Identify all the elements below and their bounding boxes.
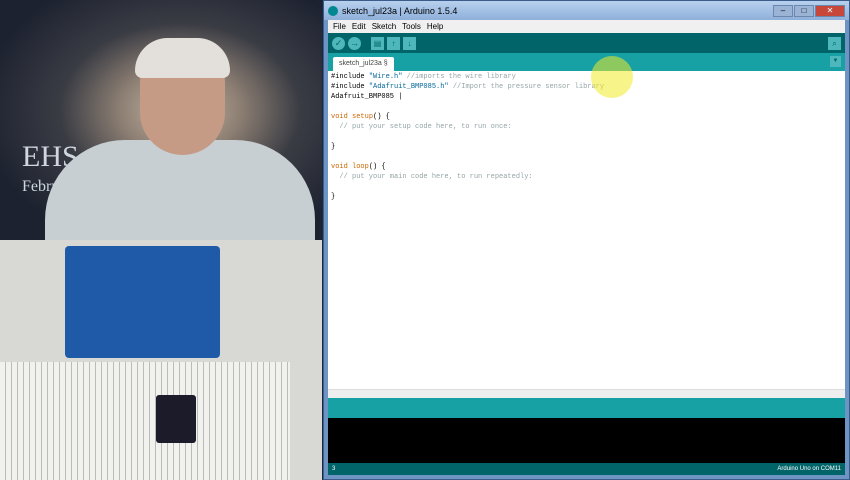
code-token: loop [352,163,369,171]
code-line: #include "Adafruit_BMP085.h" //Import th… [331,82,845,92]
code-token: () { [368,163,386,171]
horizontal-scrollbar[interactable] [328,389,845,398]
code-line: void setup() { [331,112,845,122]
board-port: Arduino Uno on COM11 [777,466,841,472]
maximize-button[interactable]: □ [794,4,814,17]
menu-edit[interactable]: Edit [352,22,366,31]
tab-menu-button[interactable]: ▼ [830,56,841,67]
tab-bar: sketch_jul23a § ▼ [328,53,845,71]
line-number: 3 [332,466,336,472]
webcam-video: EHS Febru [0,0,322,240]
tab-sketch[interactable]: sketch_jul23a § [333,57,394,71]
code-line: } [331,142,845,152]
code-token: //Import the pressure sensor library [448,83,605,91]
save-button[interactable]: ↓ [403,36,416,50]
code-token: void [331,163,353,171]
code-token: //imports the wire library [402,73,516,81]
open-button[interactable]: ↑ [387,36,400,50]
code-token: #include [331,83,369,91]
code-token: () { [373,113,390,121]
pressure-sensor [156,395,196,443]
status-bar: 3 Arduino Uno on COM11 [328,463,845,475]
code-line: void loop() { [331,162,845,172]
upload-button[interactable]: → [348,36,361,50]
title-bar: sketch_jul23a | Arduino 1.5.4 – □ ✕ [324,1,849,20]
presenter-shirt [45,140,315,240]
code-token: #include [331,73,369,81]
code-line: } [331,192,845,202]
window-title: sketch_jul23a | Arduino 1.5.4 [342,5,458,16]
code-token: // put your main code here, to run repea… [331,173,533,181]
code-token: "Adafruit_BMP085.h" [368,83,449,91]
message-area [328,398,845,418]
arduino-logo-icon [328,5,338,16]
close-button[interactable]: ✕ [815,4,845,17]
code-token: setup [352,113,374,121]
menu-help[interactable]: Help [427,22,443,31]
new-button[interactable]: ▤ [371,36,384,50]
code-token: // put your setup code here, to run once… [331,123,512,131]
breadboard-video [0,240,322,480]
menu-tools[interactable]: Tools [402,22,421,31]
code-token: Adafruit_BMP085 | [331,93,403,101]
code-token: } [331,143,336,151]
menu-bar: File Edit Sketch Tools Help [328,20,845,33]
menu-sketch[interactable]: Sketch [372,22,396,31]
arduino-board [65,246,220,358]
minimize-button[interactable]: – [773,4,793,17]
code-editor[interactable]: #include "Wire.h" //imports the wire lib… [328,56,845,389]
serial-monitor-button[interactable]: ⌕ [828,36,841,50]
arduino-window: sketch_jul23a | Arduino 1.5.4 – □ ✕ File… [323,0,850,480]
breadboard [0,362,290,480]
code-line: // put your setup code here, to run once… [331,122,845,132]
code-token: } [331,193,336,201]
console-output [328,418,845,463]
verify-button[interactable]: ✓ [332,36,345,50]
menu-file[interactable]: File [333,22,346,31]
code-line: Adafruit_BMP085 | [331,92,845,102]
code-token: "Wire.h" [368,73,403,81]
code-token: void [331,113,353,121]
toolbar: ✓ → ▤ ↑ ↓ ⌕ [328,33,845,53]
code-line: // put your main code here, to run repea… [331,172,845,182]
code-line: #include "Wire.h" //imports the wire lib… [331,72,845,82]
presenter-hair [135,38,230,78]
cursor-highlight [591,56,633,98]
